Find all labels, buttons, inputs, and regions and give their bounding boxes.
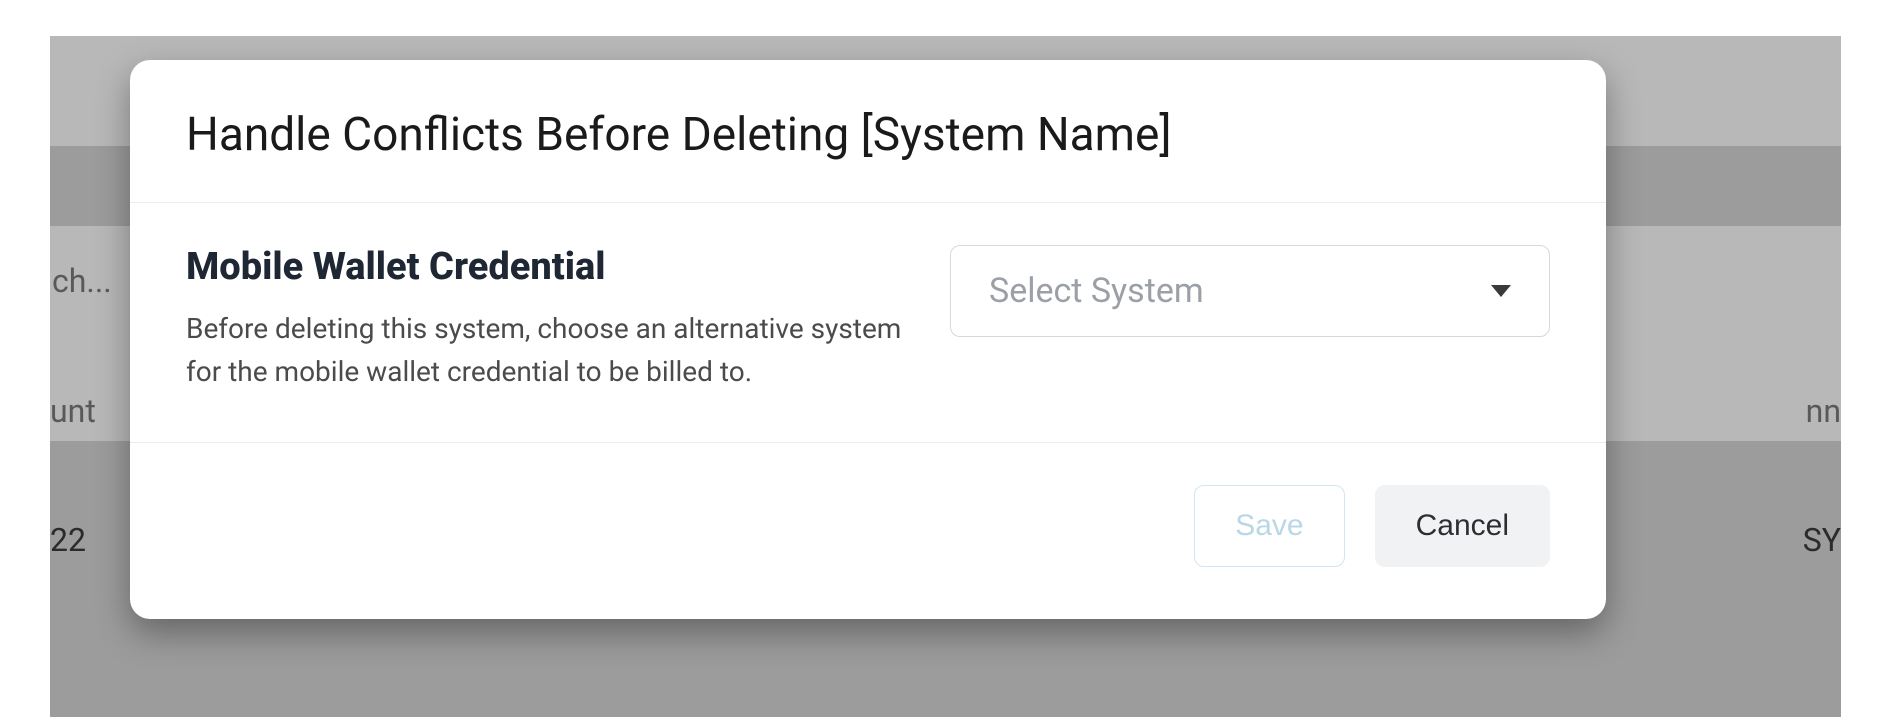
save-button[interactable]: Save — [1194, 485, 1344, 567]
bg-text-fragment: 22 — [50, 521, 86, 559]
conflict-modal: Handle Conflicts Before Deleting [System… — [130, 60, 1606, 619]
bg-text-fragment: nn — [1806, 392, 1841, 430]
modal-title: Handle Conflicts Before Deleting [System… — [186, 108, 1550, 162]
modal-header: Handle Conflicts Before Deleting [System… — [130, 60, 1606, 203]
bg-text-fragment: unt — [50, 392, 96, 430]
cancel-button[interactable]: Cancel — [1375, 485, 1550, 567]
section-description: Before deleting this system, choose an a… — [186, 307, 910, 394]
bg-text-fragment: ch... — [52, 262, 112, 300]
section-heading: Mobile Wallet Credential — [186, 245, 910, 289]
select-placeholder: Select System — [989, 271, 1204, 311]
bg-text-fragment: SY — [1803, 521, 1841, 559]
system-select[interactable]: Select System — [950, 245, 1550, 337]
modal-footer: Save Cancel — [130, 443, 1606, 619]
modal-body: Mobile Wallet Credential Before deleting… — [130, 203, 1606, 443]
chevron-down-icon — [1491, 285, 1511, 297]
modal-body-text: Mobile Wallet Credential Before deleting… — [186, 245, 910, 394]
system-select-wrap: Select System — [950, 245, 1550, 337]
